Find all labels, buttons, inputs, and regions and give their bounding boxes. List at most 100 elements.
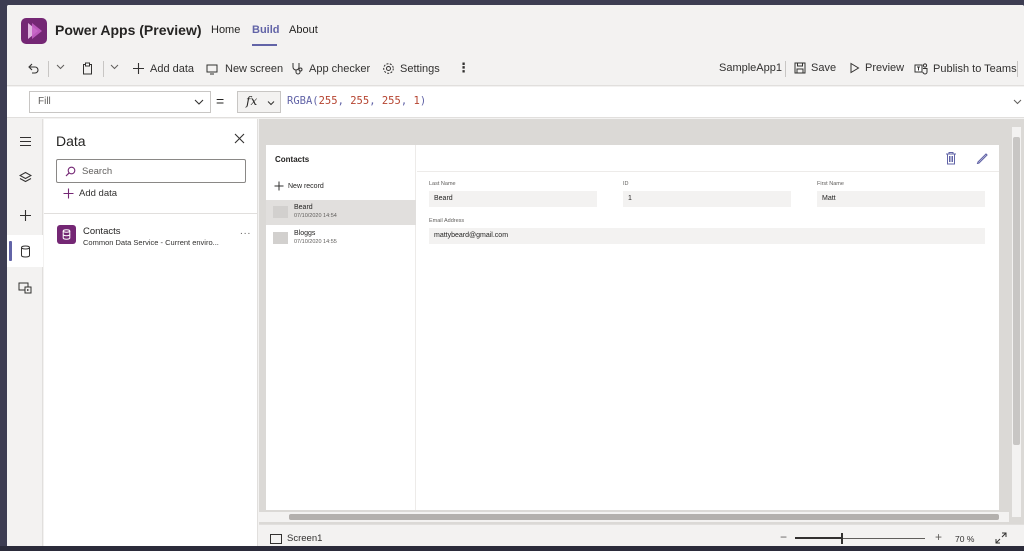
chevron-down-icon — [267, 101, 275, 106]
record-date: 07/10/2020 14:54 — [294, 213, 337, 219]
record-date: 07/10/2020 14:55 — [294, 239, 337, 245]
vertical-scrollbar[interactable] — [1012, 127, 1021, 517]
layers-icon — [18, 171, 32, 182]
publish-to-teams-button[interactable]: Publish to Teams — [914, 62, 1017, 75]
list-title: Contacts — [275, 155, 310, 164]
divider — [44, 213, 258, 214]
property-value: Fill — [38, 96, 51, 107]
new-record-button[interactable]: New record — [274, 181, 324, 191]
hamburger-icon — [19, 136, 31, 146]
undo-icon — [28, 63, 39, 74]
insert-button[interactable] — [7, 199, 43, 231]
undo-dropdown[interactable] — [56, 62, 65, 71]
add-data-label: Add data — [79, 188, 118, 199]
nav-build[interactable]: Build — [252, 24, 280, 36]
more-commands-button[interactable]: ⋮ — [457, 60, 470, 76]
zoom-value: 70 % — [955, 534, 974, 544]
expand-formula-icon[interactable] — [1013, 97, 1022, 106]
search-input[interactable]: Search — [56, 159, 246, 183]
save-button[interactable]: Save — [794, 62, 836, 74]
image-placeholder-icon — [273, 232, 288, 244]
plus-icon — [63, 188, 74, 199]
paste-button[interactable] — [81, 62, 94, 75]
formula-close: ) — [419, 95, 427, 107]
email-field[interactable]: mattybeard@gmail.com — [429, 228, 985, 244]
tree-view-button[interactable] — [7, 161, 43, 193]
data-source-subtitle: Common Data Service - Current enviro... — [83, 238, 219, 247]
last-name-field[interactable]: Beard — [429, 191, 597, 207]
fit-to-window-icon[interactable] — [995, 532, 1007, 544]
email-value: mattybeard@gmail.com — [434, 232, 509, 239]
nav-home[interactable]: Home — [211, 24, 240, 36]
detail-header — [417, 145, 999, 172]
command-bar: Add data New screen App checker Settings… — [7, 53, 1024, 86]
add-data-label: Add data — [150, 62, 195, 75]
settings-label: Settings — [400, 62, 440, 75]
property-dropdown[interactable]: Fill — [29, 91, 211, 113]
screen-icon — [270, 533, 282, 544]
list-item[interactable]: Beard 07/10/2020 14:54 — [266, 200, 416, 225]
add-data-button[interactable]: Add data — [132, 62, 194, 75]
app-checker-button[interactable]: App checker — [291, 62, 370, 75]
power-apps-window: Power Apps (Preview) Home Build About Ad… — [7, 5, 1024, 551]
preview-label: Preview — [865, 62, 905, 74]
app-header: Power Apps (Preview) Home Build About — [7, 5, 1024, 53]
record-name: Bloggs — [294, 230, 316, 237]
email-label: Email Address — [429, 218, 465, 224]
panel-title: Data — [56, 133, 86, 149]
menu-button[interactable] — [7, 125, 43, 157]
id-field[interactable]: 1 — [623, 191, 791, 207]
nav-about[interactable]: About — [289, 24, 318, 36]
fx-icon: fx — [246, 94, 258, 108]
settings-button[interactable]: Settings — [382, 62, 440, 75]
data-panel: Data Search Add data Contacts Common Dat… — [44, 119, 258, 551]
horizontal-scrollbar[interactable] — [259, 512, 1009, 522]
teams-icon — [914, 63, 928, 75]
scrollbar-thumb[interactable] — [289, 514, 999, 520]
divider — [48, 61, 49, 77]
fx-button[interactable]: fx — [237, 91, 281, 113]
zoom-out-button[interactable]: − — [780, 530, 787, 544]
data-source-contacts[interactable]: Contacts Common Data Service - Current e… — [57, 225, 252, 255]
scrollbar-thumb[interactable] — [1013, 137, 1020, 445]
formula-arg-red: 255 — [318, 95, 338, 107]
zoom-in-button[interactable]: + — [935, 530, 942, 544]
new-screen-button[interactable]: New screen — [206, 62, 283, 75]
more-options-button[interactable]: ... — [240, 226, 251, 237]
trash-icon[interactable] — [945, 151, 957, 165]
list-item[interactable]: Bloggs 07/10/2020 14:55 — [266, 226, 416, 251]
close-icon[interactable] — [234, 133, 245, 144]
add-data-link[interactable]: Add data — [63, 188, 117, 199]
clipboard-icon — [83, 62, 92, 75]
data-button[interactable] — [7, 235, 43, 267]
screen-selector[interactable]: Screen1 — [270, 533, 322, 544]
zoom-slider-thumb[interactable] — [841, 533, 843, 544]
formula-input[interactable]: RGBA(255, 255, 255, 1) — [287, 95, 426, 107]
new-record-label: New record — [288, 182, 324, 190]
undo-button[interactable] — [27, 62, 40, 75]
first-name-field[interactable]: Matt — [817, 191, 985, 207]
zoom-number: 70 — [955, 534, 965, 544]
database-icon — [20, 245, 30, 257]
contacts-list-pane: Contacts New record Beard 07/10/2020 14:… — [266, 145, 416, 510]
app-name: SampleApp1 — [719, 62, 782, 74]
image-placeholder-icon — [273, 206, 288, 218]
left-rail — [7, 119, 43, 551]
new-screen-icon — [206, 64, 218, 75]
edit-icon[interactable] — [976, 151, 989, 164]
preview-button[interactable]: Preview — [849, 62, 904, 74]
paste-dropdown[interactable] — [110, 62, 119, 71]
app-title: Power Apps (Preview) — [55, 22, 202, 38]
save-label: Save — [811, 62, 837, 74]
gear-icon — [383, 63, 394, 74]
plus-icon — [274, 181, 284, 191]
last-name-value: Beard — [434, 195, 453, 202]
zoom-slider-fill — [795, 537, 841, 539]
plus-icon — [133, 63, 144, 74]
app-screen[interactable]: Contacts New record Beard 07/10/2020 14:… — [266, 145, 999, 510]
record-name: Beard — [294, 204, 313, 211]
formula-bar: Fill = fx RGBA(255, 255, 255, 1) — [7, 87, 1024, 118]
media-button[interactable] — [7, 271, 43, 303]
equals-sign: = — [216, 93, 225, 109]
divider — [1017, 61, 1018, 77]
